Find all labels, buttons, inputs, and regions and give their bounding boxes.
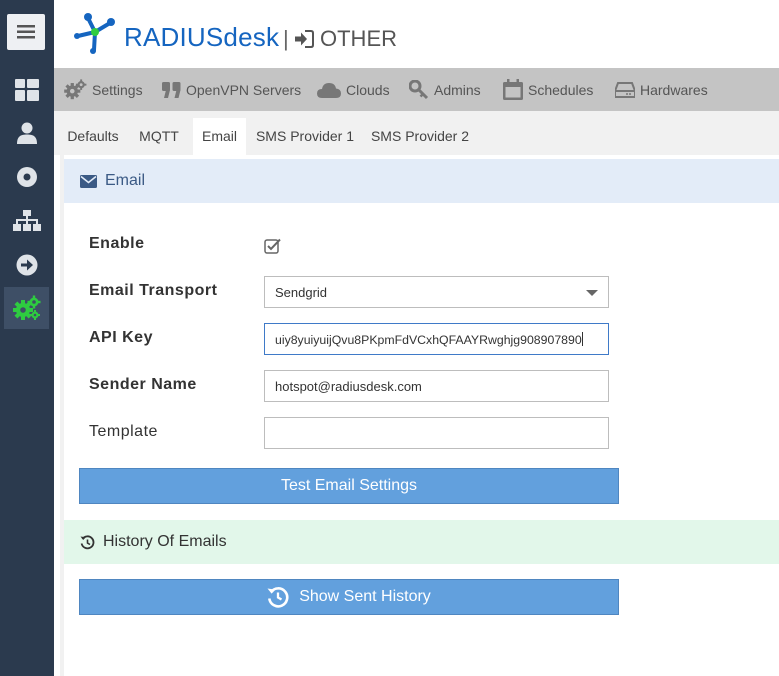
test-email-settings-button[interactable]: Test Email Settings [79, 468, 619, 504]
envelope-icon [80, 174, 97, 188]
api-key-input[interactable]: uiy8yuiyuijQvu8PKpmFdVCxhQFAAYRwghjg9089… [264, 323, 609, 355]
email-transport-select[interactable]: Sendgrid [264, 276, 609, 308]
sender-name-value: hotspot@radiusdesk.com [275, 379, 422, 394]
sub-tab-bar: Defaults MQTT Email SMS Provider 1 SMS P… [54, 111, 779, 155]
tab-sms-provider-2[interactable]: SMS Provider 2 [368, 118, 472, 155]
tab-clouds[interactable]: Clouds [317, 68, 390, 111]
email-transport-label: Email Transport [89, 282, 218, 299]
cogs-icon [12, 295, 40, 320]
section-title: OTHER [294, 26, 397, 52]
history-icon [80, 534, 95, 549]
sidebar-item-other[interactable] [4, 287, 49, 329]
template-label: Template [89, 423, 158, 440]
cloud-icon [317, 82, 341, 98]
show-sent-history-label: Show Sent History [299, 588, 431, 605]
email-settings-panel: Email Enable Email Transport Sendgrid AP… [60, 155, 779, 676]
sidebar-item-disc[interactable] [4, 156, 49, 198]
show-sent-history-button[interactable]: Show Sent History [79, 579, 619, 615]
tab-schedules[interactable]: Schedules [503, 68, 593, 111]
template-input[interactable] [264, 417, 609, 449]
history-icon [267, 587, 289, 608]
disc-icon [16, 167, 37, 187]
text-cursor [581, 332, 583, 346]
brand-title: RADIUSdesk [124, 22, 280, 52]
tab-email[interactable]: Email [193, 118, 246, 155]
api-key-value: uiy8yuiyuijQvu8PKpmFdVCxhQFAAYRwghjg9089… [275, 333, 582, 347]
radiusdesk-logo-icon [74, 13, 115, 54]
quote-icon [162, 81, 181, 98]
header: RADIUSdesk | OTHER [54, 0, 779, 68]
api-key-label: API Key [89, 329, 153, 346]
checkbox-checked-icon [264, 238, 281, 254]
sidebar-item-network[interactable] [4, 200, 49, 242]
email-panel-header: Email [64, 159, 779, 203]
tab-label: Schedules [528, 81, 594, 98]
top-tab-bar: Settings OpenVPN Servers Clouds Admins S… [54, 68, 779, 111]
cogs-icon [64, 79, 87, 100]
test-email-settings-label: Test Email Settings [280, 477, 418, 494]
menu-toggle-button[interactable] [7, 14, 45, 50]
sender-name-input[interactable]: hotspot@radiusdesk.com [264, 370, 609, 402]
sidebar [0, 0, 54, 676]
sidebar-item-redirect[interactable] [4, 244, 49, 286]
hamburger-icon [17, 25, 35, 39]
tab-label: Clouds [346, 81, 390, 98]
arrow-right-circle-icon [16, 254, 37, 276]
chevron-down-icon[interactable] [586, 290, 598, 296]
sender-name-label: Sender Name [89, 376, 197, 393]
tab-label: Settings [92, 81, 143, 98]
tab-admins[interactable]: Admins [409, 68, 481, 111]
sitemap-icon [12, 210, 41, 231]
tab-sms-provider-1[interactable]: SMS Provider 1 [254, 118, 356, 155]
dashboard-icon [14, 79, 39, 101]
tab-mqtt[interactable]: MQTT [134, 118, 184, 155]
key-icon [409, 79, 429, 99]
tab-label: Hardwares [640, 81, 708, 98]
sidebar-item-users[interactable] [4, 112, 49, 154]
tab-defaults[interactable]: Defaults [62, 118, 124, 155]
tab-settings[interactable]: Settings [64, 68, 143, 111]
sidebar-item-dashboard[interactable] [4, 69, 49, 111]
calendar-icon [503, 79, 523, 100]
history-panel-title: History Of Emails [103, 533, 227, 550]
tab-openvpn-servers[interactable]: OpenVPN Servers [162, 68, 301, 111]
header-separator: | [283, 26, 289, 51]
email-panel-title: Email [105, 172, 146, 189]
enable-label: Enable [89, 235, 145, 252]
enable-checkbox[interactable] [264, 238, 281, 259]
history-panel-header: History Of Emails [64, 520, 779, 564]
tab-label: OpenVPN Servers [186, 81, 302, 98]
hdd-icon [615, 81, 635, 98]
section-label: OTHER [320, 26, 397, 51]
app-root: RADIUSdesk | OTHER Settings OpenVPN Serv… [0, 0, 779, 676]
sign-in-icon [295, 30, 314, 48]
email-transport-value: Sendgrid [275, 285, 328, 300]
tab-label: Admins [434, 81, 481, 98]
user-icon [16, 122, 37, 144]
tab-hardwares[interactable]: Hardwares [615, 68, 708, 111]
